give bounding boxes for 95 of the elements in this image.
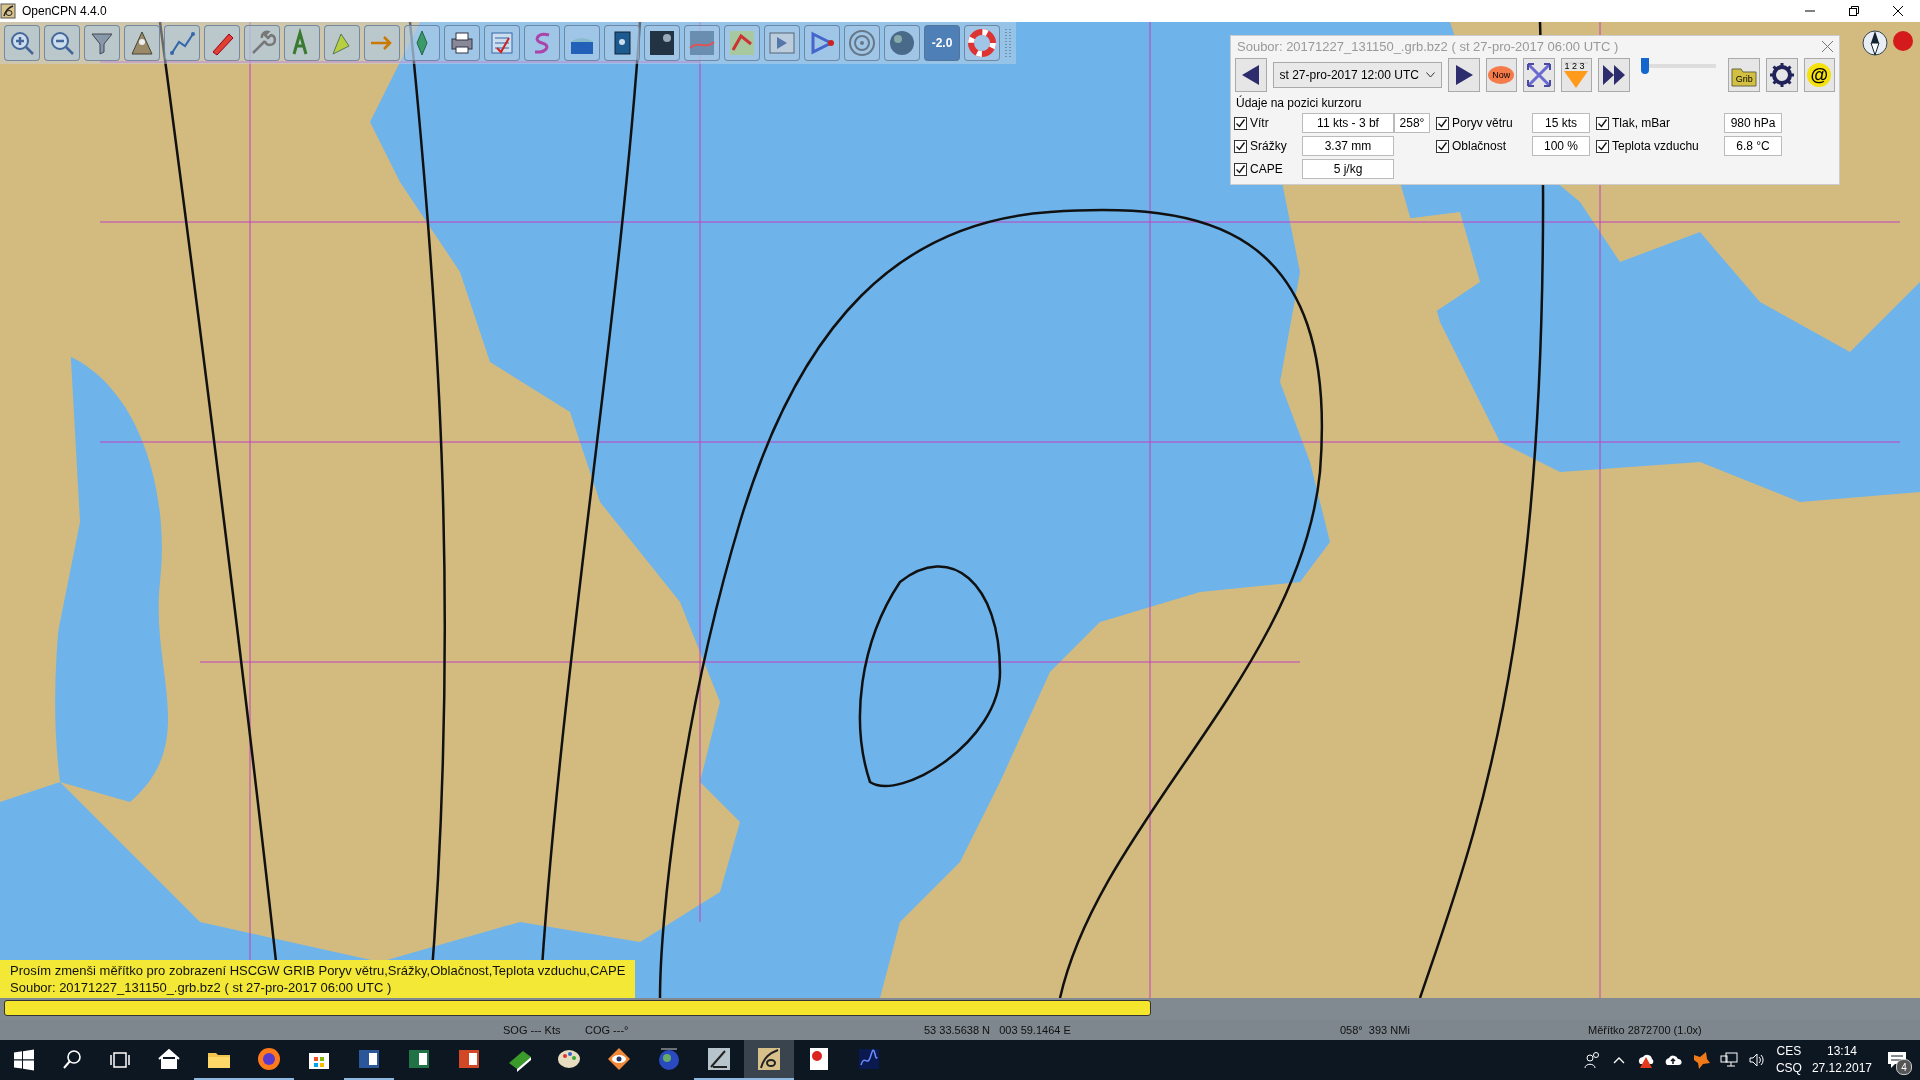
clock-date: 27.12.2017 [1811,1060,1872,1077]
cone-button[interactable] [124,25,160,61]
fast-forward-button[interactable] [1598,58,1630,92]
network-icon[interactable] [1719,1051,1738,1069]
request-button[interactable]: @ [1803,58,1836,92]
gps-status-icon [1892,30,1914,52]
lifebuoy-button[interactable] [964,25,1000,61]
field-label: Srážky [1250,139,1288,153]
route-button[interactable] [164,25,200,61]
clock[interactable]: 13:14 27.12.2017 [1811,1043,1872,1077]
lifebuoy-icon [967,28,997,58]
taskbar-button[interactable] [744,1040,794,1080]
forward-button[interactable] [764,25,800,61]
value-field: 100 % [1532,136,1590,156]
request-icon [1805,61,1834,89]
field-label: Tlak, mBar [1612,116,1671,130]
volume-icon[interactable] [1747,1051,1766,1069]
message-text: Prosím zmenši měřítko pro zobrazení HSCGW GRIB Poryv větru,Srážky,Oblačnost,Teplota vzduchu,CAPE [10,962,626,979]
language-indicator[interactable]: CES CSQ [1775,1043,1802,1077]
search-icon[interactable] [61,1049,83,1071]
chart-icon [755,1045,783,1073]
bearing-readout: 058° 393 NMi [1340,1024,1411,1036]
language-code: CES [1776,1043,1802,1060]
funnel-button[interactable] [84,25,120,61]
scale-readout: Měřítko 2872700 (1.0x) [1588,1024,1703,1036]
time-dropdown[interactable]: st 27-pro-2017 12:00 UTC [1272,62,1442,88]
sheet-button[interactable] [724,25,760,61]
globe-button[interactable] [884,25,920,61]
night-sky-button[interactable] [644,25,680,61]
task-view-icon[interactable] [109,1049,131,1071]
timeline-slider[interactable] [1641,58,1650,74]
checkbox[interactable] [1596,116,1609,130]
previous-button[interactable] [1235,58,1267,92]
antivirus-icon[interactable] [1691,1051,1710,1069]
field-label: Oblačnost [1452,139,1508,153]
field-label: Vítr [1250,116,1270,130]
notification-badge: 4 [1896,1059,1912,1075]
field-label: Poryv větru [1452,116,1514,130]
keyboard-layout: CSQ [1775,1060,1802,1077]
checkbox[interactable] [1234,139,1247,153]
checkbox[interactable] [1596,139,1609,153]
tide-button[interactable]: -2.0 [924,25,960,61]
checkbox[interactable] [1234,116,1247,130]
folder-button[interactable]: Grib [1728,58,1760,92]
next-button[interactable] [1448,58,1480,92]
zoom-to-button[interactable] [1523,58,1555,92]
wrench-button[interactable] [244,25,280,61]
window-title: OpenCPN 4.4.0 [22,4,108,18]
value-field: 3.37 mm [1302,136,1394,156]
checkbox[interactable] [1234,162,1247,176]
field-label: CAPE [1250,162,1284,176]
value-field: 258° [1394,113,1430,133]
weather-map-icon [687,28,717,58]
compass-button[interactable] [404,25,440,61]
checklist-button[interactable] [484,25,520,61]
value-field: 11 kts - 3 bf [1302,113,1394,133]
browser-icon [255,1045,283,1073]
message-text: Soubor: 20171227_131150_.grb.bz2 ( st 27-pro-2017 06:00 UTC ) [10,979,393,996]
value-field: 5 j/kg [1302,159,1394,179]
checkbox[interactable] [1436,139,1449,153]
print-button[interactable] [444,25,480,61]
radar-button[interactable] [844,25,880,61]
app-icon [0,3,16,19]
now-button[interactable]: Now [1485,58,1518,92]
zoom-to-icon [1524,61,1553,89]
close-icon[interactable] [1893,6,1903,16]
network-button[interactable] [804,25,840,61]
globe-icon [887,28,917,58]
radar-icon [847,28,877,58]
section-heading: Údaje na pozici kurzoru [1235,94,1363,112]
caret-icon [1426,72,1435,78]
field-label: Teplota vzduchu [1612,139,1700,153]
night-sky-icon [647,28,677,58]
settings-button[interactable] [1766,58,1798,92]
restore-icon[interactable] [1849,6,1859,16]
track-button[interactable] [524,25,560,61]
value-field: 15 kts [1532,113,1590,133]
numbers-icon [1562,61,1591,89]
numbers-button[interactable]: 1 2 3 [1560,58,1593,92]
dialog-title: Soubor: 20171227_131150_.grb.bz2 ( st 27-pro-2017 06:00 UTC ) [1237,39,1619,54]
sheet-icon [727,28,757,58]
zoom-out-button[interactable] [44,25,80,61]
people-icon[interactable] [1583,1051,1602,1069]
windows-icon[interactable] [13,1049,35,1071]
zoom-in-button[interactable] [4,25,40,61]
clock-time: 13:14 [1826,1043,1857,1060]
sea-button[interactable] [564,25,600,61]
speed-readout: SOG --- Kts [503,1024,562,1036]
course-readout: COG ---° [585,1024,630,1036]
value-field: 980 hPa [1724,113,1782,133]
settings-icon [1767,61,1796,89]
value-field: 6.8 °C [1724,136,1782,156]
checkbox[interactable] [1436,116,1449,130]
position-readout: 53 33.5638 N 003 59.1464 E [924,1024,1072,1036]
chart-bar[interactable] [4,1000,1152,1016]
